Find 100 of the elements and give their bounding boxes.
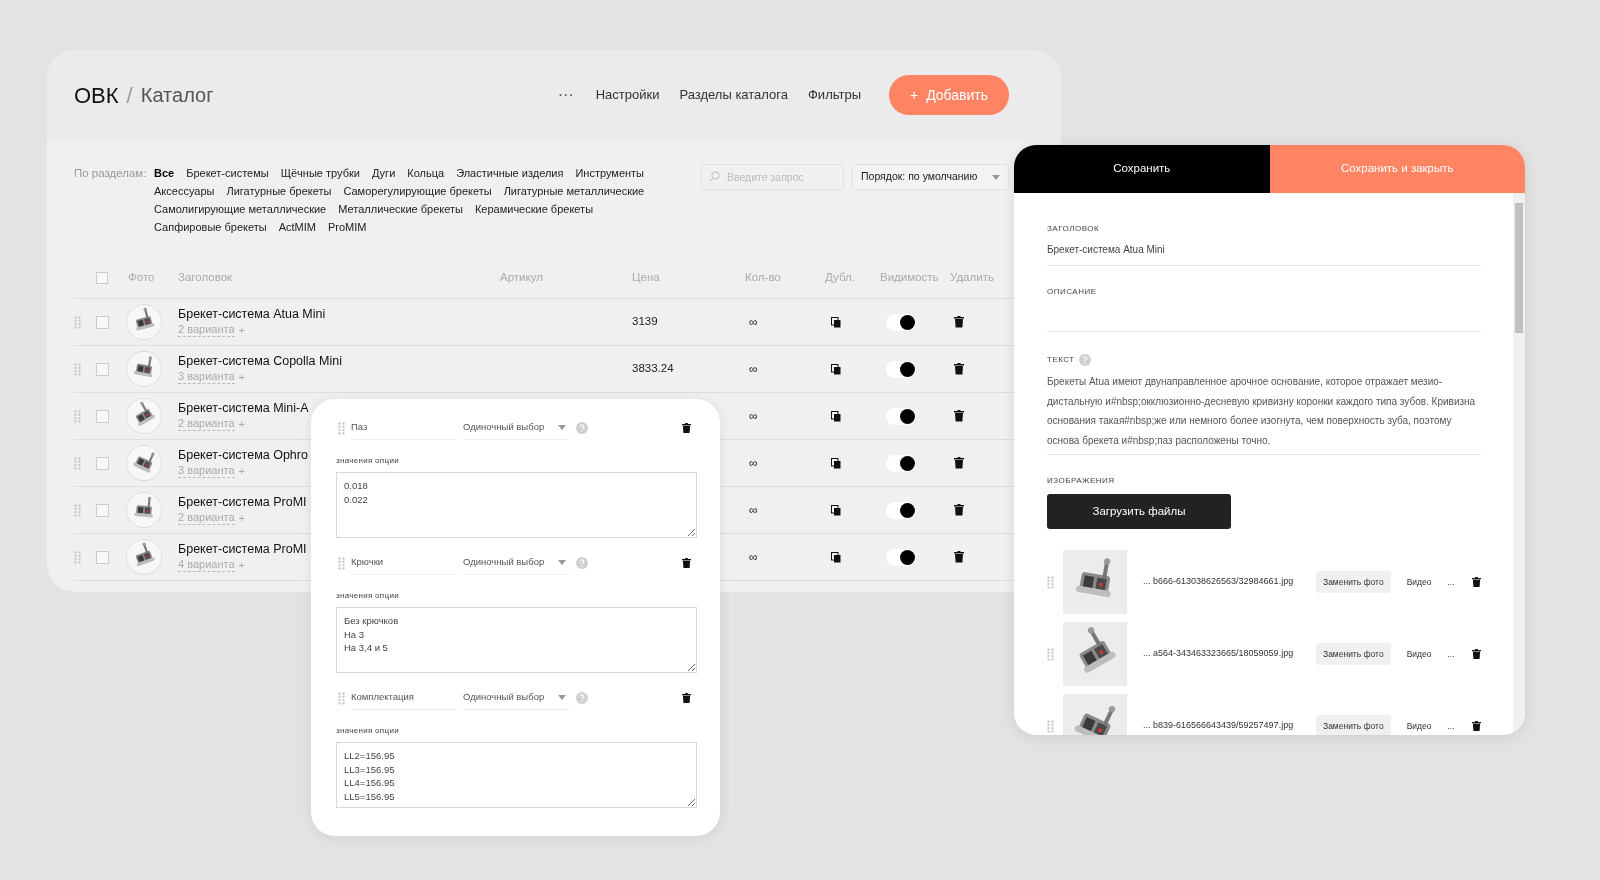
drag-handle-icon[interactable] xyxy=(74,550,81,564)
copy-icon[interactable] xyxy=(831,316,841,328)
category-link[interactable]: Кольца xyxy=(407,164,445,182)
more-link[interactable]: ... xyxy=(1447,719,1455,733)
product-title[interactable]: Брекет-система Atua Mini xyxy=(178,306,326,322)
help-icon[interactable] xyxy=(1078,354,1091,366)
trash-icon[interactable] xyxy=(1472,576,1481,588)
category-link[interactable]: Металлические брекеты xyxy=(338,200,463,218)
drag-handle-icon[interactable] xyxy=(74,315,81,329)
product-title[interactable]: Брекет-система ProMI xyxy=(178,541,307,557)
product-title[interactable]: Брекет-система Ophro xyxy=(178,447,308,463)
option-name-field[interactable]: Крючки xyxy=(351,551,457,575)
row-checkbox[interactable] xyxy=(96,315,109,329)
video-link[interactable]: Видео xyxy=(1406,575,1432,589)
drag-handle-icon[interactable] xyxy=(338,691,345,705)
brand-title[interactable]: ОВК xyxy=(74,78,119,112)
category-link[interactable]: Брекет-системы xyxy=(186,164,269,182)
option-name-field[interactable]: Паз xyxy=(351,416,457,440)
help-icon[interactable] xyxy=(576,422,588,434)
trash-icon[interactable] xyxy=(954,316,964,328)
replace-photo-button[interactable]: Заменить фото xyxy=(1316,643,1391,665)
trash-icon[interactable] xyxy=(954,410,964,422)
drag-handle-icon[interactable] xyxy=(74,456,81,470)
category-link[interactable]: Лигатурные металлические xyxy=(503,182,645,200)
row-checkbox[interactable] xyxy=(96,503,109,517)
row-checkbox[interactable] xyxy=(96,409,109,423)
drag-handle-icon[interactable] xyxy=(1047,719,1054,733)
more-link[interactable]: ... xyxy=(1447,647,1455,661)
trash-icon[interactable] xyxy=(954,504,964,516)
trash-icon[interactable] xyxy=(954,551,964,563)
drag-handle-icon[interactable] xyxy=(338,556,345,570)
drag-handle-icon[interactable] xyxy=(1047,647,1054,661)
copy-icon[interactable] xyxy=(831,457,841,469)
trash-icon[interactable] xyxy=(682,422,691,434)
values-textarea[interactable]: LL2=156.95 LL3=156.95 LL4=156.95 LL5=156.95 xyxy=(336,742,697,808)
more-link[interactable]: ... xyxy=(1447,575,1455,589)
category-link[interactable]: Эластичные изделия xyxy=(456,164,564,182)
category-link[interactable]: Керамические брекеты xyxy=(474,200,594,218)
drag-handle-icon[interactable] xyxy=(74,409,81,423)
copy-icon[interactable] xyxy=(831,410,841,422)
visibility-toggle[interactable] xyxy=(886,407,916,425)
row-checkbox[interactable] xyxy=(96,362,109,376)
category-link[interactable]: Все xyxy=(154,164,175,182)
nav-link[interactable]: Настройки xyxy=(595,85,660,105)
category-link[interactable]: Лигатурные брекеты xyxy=(226,182,332,200)
trash-icon[interactable] xyxy=(1472,720,1481,732)
category-link[interactable]: Дуги xyxy=(371,164,396,182)
sort-select[interactable]: Порядок: по умолчанию xyxy=(852,164,1009,190)
copy-icon[interactable] xyxy=(831,504,841,516)
replace-photo-button[interactable]: Заменить фото xyxy=(1316,571,1391,593)
trash-icon[interactable] xyxy=(954,363,964,375)
visibility-toggle[interactable] xyxy=(886,454,916,472)
category-link[interactable]: Самолигирующие металлические xyxy=(154,200,327,218)
values-textarea[interactable]: 0.018 0.022 xyxy=(336,472,697,538)
trash-icon[interactable] xyxy=(1472,648,1481,660)
drag-handle-icon[interactable] xyxy=(1047,575,1054,589)
product-title[interactable]: Брекет-система Mini-A xyxy=(178,400,309,416)
visibility-toggle[interactable] xyxy=(886,313,916,331)
category-link[interactable]: Щёчные трубки xyxy=(280,164,360,182)
copy-icon[interactable] xyxy=(831,551,841,563)
more-menu[interactable]: ··· xyxy=(557,83,574,107)
video-link[interactable]: Видео xyxy=(1406,719,1432,733)
product-title[interactable]: Брекет-система ProMI xyxy=(178,494,307,510)
product-title[interactable]: Брекет-система Copolla Mini xyxy=(178,353,342,369)
visibility-toggle[interactable] xyxy=(886,501,916,519)
copy-icon[interactable] xyxy=(831,363,841,375)
drag-handle-icon[interactable] xyxy=(74,362,81,376)
category-link[interactable]: Саморегулирующие брекеты xyxy=(343,182,492,200)
replace-photo-button[interactable]: Заменить фото xyxy=(1316,715,1391,735)
option-type-select[interactable]: Одиночный выбор xyxy=(463,416,570,440)
drag-handle-icon[interactable] xyxy=(74,503,81,517)
title-field[interactable]: Брекет-система Atua Mini xyxy=(1047,242,1481,266)
file-name: ... b839-616566643439/59257497.jpg xyxy=(1143,719,1295,733)
row-checkbox[interactable] xyxy=(96,456,109,470)
option-type-select[interactable]: Одиночный выбор xyxy=(463,551,570,575)
select-all-checkbox[interactable] xyxy=(96,272,108,284)
option-type-select[interactable]: Одиночный выбор xyxy=(463,686,570,710)
visibility-toggle[interactable] xyxy=(886,548,916,566)
category-link[interactable]: Сапфировые брекеты xyxy=(154,218,267,236)
nav-link[interactable]: Разделы каталога xyxy=(679,85,788,105)
option-name-field[interactable]: Комплектация xyxy=(351,686,457,710)
help-icon[interactable] xyxy=(576,692,588,704)
category-link[interactable]: ActMIM xyxy=(278,218,316,236)
nav-link[interactable]: Фильтры xyxy=(808,85,861,105)
save-button[interactable]: Сохранить xyxy=(1014,145,1270,193)
values-textarea[interactable]: Без крючков На 3 На 3,4 и 5 xyxy=(336,607,697,673)
visibility-toggle[interactable] xyxy=(886,360,916,378)
category-link[interactable]: Инструменты xyxy=(575,164,645,182)
category-link[interactable]: ProMIM xyxy=(327,218,367,236)
video-link[interactable]: Видео xyxy=(1406,647,1432,661)
text-field[interactable]: Брекеты Atua имеют двунаправленное арочное основание, которое отражает мезио-дистальную и#nbsp;окклюзионно-десневую кривизну коронки каждого типа зубов. Кривизна основания такая#nbsp;же или немного более изогнута, чем поверхность зуба, поэтому основа брекета и#nbsp;паз расположены точно. xyxy=(1047,372,1481,455)
category-link[interactable]: Аксессуары xyxy=(154,182,215,200)
column-header: Заголовок xyxy=(178,270,234,286)
trash-icon[interactable] xyxy=(682,557,691,569)
help-icon[interactable] xyxy=(576,557,588,569)
drag-handle-icon[interactable] xyxy=(338,421,345,435)
trash-icon[interactable] xyxy=(682,692,691,704)
upload-button[interactable]: Загрузить файлы xyxy=(1047,494,1231,529)
row-checkbox[interactable] xyxy=(96,550,109,564)
trash-icon[interactable] xyxy=(954,457,964,469)
